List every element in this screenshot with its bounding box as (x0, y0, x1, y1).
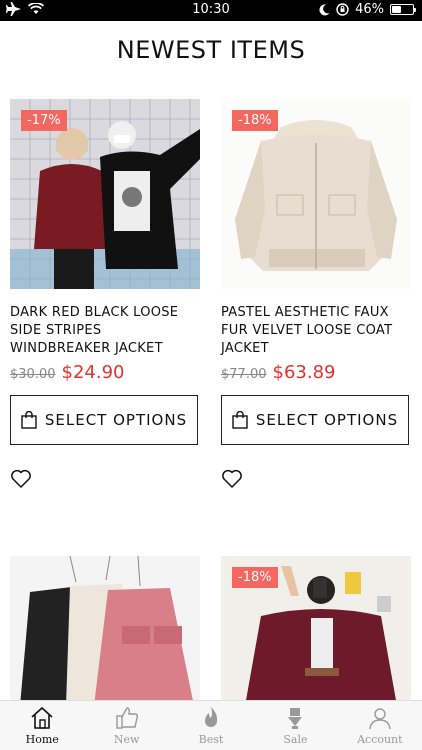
sale-price: $24.90 (61, 362, 125, 383)
select-options-button[interactable]: SELECT OPTIONS (221, 395, 409, 445)
heart-icon[interactable] (10, 469, 32, 489)
discount-badge: -18% (232, 567, 278, 588)
status-bar: 10:30 46% (0, 0, 422, 21)
shopping-bag-icon (232, 411, 248, 429)
price-row: $30.00 $24.90 (10, 362, 200, 383)
flame-icon (205, 707, 218, 727)
moon-icon (319, 3, 330, 15)
original-price: $77.00 (221, 367, 267, 382)
product-card[interactable]: -17% DARK RED BLACK LOOSE SIDE STRIPES W… (10, 99, 200, 489)
battery-percent: 46% (355, 2, 384, 17)
shopping-bag-icon (21, 411, 37, 429)
original-price: $30.00 (10, 367, 56, 382)
bottom-tab-bar: Home New Best Sale Account (0, 700, 422, 750)
price-row: $77.00 $63.89 (221, 362, 411, 383)
product-card[interactable]: -18% PASTEL AESTHETIC FAUX FUR VELVET LO… (221, 99, 411, 489)
page-title: NEWEST ITEMS (116, 36, 306, 64)
tab-sale[interactable]: Sale (253, 701, 337, 750)
status-right: 46% (319, 2, 416, 17)
product-image[interactable]: -18% (221, 556, 411, 706)
thumbs-up-icon (115, 707, 138, 729)
product-photo-three-jackets (10, 556, 200, 706)
discount-badge: -17% (21, 110, 67, 131)
tab-label: Account (357, 733, 403, 746)
tab-best[interactable]: Best (169, 701, 253, 750)
heart-icon[interactable] (221, 469, 243, 489)
product-name[interactable]: PASTEL AESTHETIC FAUX FUR VELVET LOOSE C… (221, 304, 411, 358)
battery-level (392, 6, 401, 13)
product-card[interactable]: -18% (221, 556, 411, 706)
tab-account[interactable]: Account (338, 701, 422, 750)
product-image[interactable] (10, 556, 200, 706)
home-icon (31, 706, 53, 729)
product-card[interactable] (10, 556, 200, 706)
sale-price: $63.89 (272, 362, 336, 383)
select-options-label: SELECT OPTIONS (44, 411, 188, 429)
product-image[interactable]: -17% (10, 99, 200, 289)
select-options-label: SELECT OPTIONS (255, 411, 399, 429)
tab-label: Sale (283, 733, 308, 746)
product-image[interactable]: -18% (221, 99, 411, 289)
tab-label: Best (198, 733, 224, 746)
tab-home[interactable]: Home (0, 701, 84, 750)
tab-label: Home (25, 733, 59, 746)
sale-tag-icon (288, 708, 303, 729)
tab-new[interactable]: New (84, 701, 168, 750)
select-options-button[interactable]: SELECT OPTIONS (10, 395, 198, 445)
battery-icon (390, 4, 416, 15)
discount-badge: -18% (232, 110, 278, 131)
user-icon (369, 708, 391, 730)
orientation-lock-icon (336, 3, 349, 16)
product-name[interactable]: DARK RED BLACK LOOSE SIDE STRIPES WINDBR… (10, 304, 200, 358)
tab-label: New (113, 733, 140, 746)
